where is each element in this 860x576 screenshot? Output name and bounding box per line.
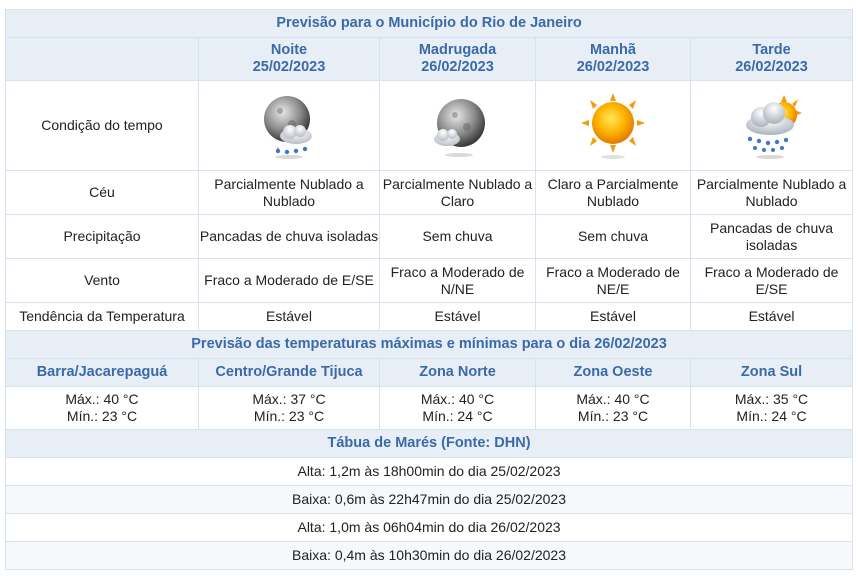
zone-temps: Máx.: 40 °C Mín.: 24 °C (379, 386, 536, 430)
wind-cell: Fraco a Moderado de NE/E (535, 258, 691, 303)
wind-cell: Fraco a Moderado de N/NE (379, 258, 536, 303)
tide-row: Alta: 1,0m às 06h04min do dia 26/02/2023 (4, 513, 854, 542)
temp-max: Máx.: 35 °C (734, 391, 809, 407)
sun-icon (581, 92, 645, 159)
zone-temps: Máx.: 40 °C Mín.: 23 °C (535, 386, 691, 430)
period-header-tarde: Tarde 26/02/2023 (689, 37, 854, 81)
temp-max: Máx.: 37 °C (252, 391, 326, 407)
condition-cell (535, 80, 691, 171)
period-name: Noite (270, 42, 308, 58)
temps-title: Previsão das temperaturas máximas e míni… (4, 330, 854, 359)
zone-header: Zona Oeste (535, 358, 691, 387)
period-header-noite: Noite 25/02/2023 (198, 37, 380, 81)
moon-cloud-icon (433, 98, 485, 157)
precip-cell: Pancadas de chuva isoladas (198, 214, 380, 259)
forecast-title: Previsão para o Município do Rio de Jane… (4, 9, 854, 38)
temp-min: Mín.: 23 °C (253, 408, 325, 424)
sky-cell: Parcialmente Nublado a Nublado (689, 170, 854, 215)
moon-cloud-rain-icon (264, 95, 312, 159)
period-name: Madrugada (418, 42, 497, 58)
temp-min: Mín.: 23 °C (577, 408, 649, 424)
zone-header: Barra/Jacarepaguá (5, 358, 199, 387)
zone-temps: Máx.: 37 °C Mín.: 23 °C (198, 386, 380, 430)
condition-cell (689, 80, 854, 171)
wind-cell: Fraco a Moderado de E/SE (689, 258, 854, 303)
row-label-sky: Céu (5, 170, 199, 215)
temp-max: Máx.: 40 °C (420, 391, 495, 407)
forecast-panel: Previsão para o Município do Rio de Jane… (4, 9, 854, 570)
temp-min: Mín.: 24 °C (422, 408, 493, 424)
trend-cell: Estável (689, 302, 854, 331)
zone-header: Centro/Grande Tijuca (198, 358, 380, 387)
tide-row: Baixa: 0,6m às 22h47min do dia 25/02/202… (4, 485, 854, 514)
zone-temps: Máx.: 35 °C Mín.: 24 °C (689, 386, 854, 430)
precip-cell: Sem chuva (535, 214, 691, 259)
temp-min: Mín.: 24 °C (736, 408, 807, 424)
tides-title: Tábua de Marés (Fonte: DHN) (4, 429, 854, 458)
forecast-table: Previsão para o Município do Rio de Jane… (4, 9, 854, 570)
row-label-condition: Condição do tempo (5, 80, 199, 171)
period-name: Tarde (752, 42, 791, 58)
row-label-trend: Tendência da Temperatura (5, 302, 199, 331)
trend-cell: Estável (198, 302, 380, 331)
period-date: 26/02/2023 (421, 59, 494, 75)
sun-cloud-rain-icon (745, 94, 802, 159)
zone-header: Zona Norte (379, 358, 536, 387)
period-date: 26/02/2023 (735, 59, 808, 75)
tide-row: Alta: 1,2m às 18h00min do dia 25/02/2023 (4, 457, 854, 486)
precip-cell: Pancadas de chuva isoladas (689, 214, 854, 259)
sky-cell: Parcialmente Nublado a Claro (379, 170, 536, 215)
zone-header: Zona Sul (689, 358, 854, 387)
period-header-manha: Manhã 26/02/2023 (535, 37, 691, 81)
row-label-precip: Precipitação (5, 214, 199, 259)
condition-cell (198, 80, 380, 171)
empty-corner (5, 37, 199, 81)
sky-cell: Parcialmente Nublado a Nublado (198, 170, 380, 215)
period-header-madrugada: Madrugada 26/02/2023 (379, 37, 536, 81)
temp-min: Mín.: 23 °C (66, 408, 138, 424)
trend-cell: Estável (535, 302, 691, 331)
wind-cell: Fraco a Moderado de E/SE (198, 258, 380, 303)
sky-cell: Claro a Parcialmente Nublado (535, 170, 691, 215)
period-name: Manhã (590, 42, 636, 58)
precip-cell: Sem chuva (379, 214, 536, 259)
trend-cell: Estável (379, 302, 536, 331)
condition-cell (379, 80, 536, 171)
period-date: 26/02/2023 (576, 59, 650, 75)
temp-max: Máx.: 40 °C (65, 391, 139, 407)
temp-max: Máx.: 40 °C (576, 391, 650, 407)
zone-temps: Máx.: 40 °C Mín.: 23 °C (5, 386, 199, 430)
tide-row: Baixa: 0,4m às 10h30min do dia 26/02/202… (4, 541, 854, 570)
row-label-wind: Vento (5, 258, 199, 303)
period-date: 25/02/2023 (252, 59, 326, 75)
